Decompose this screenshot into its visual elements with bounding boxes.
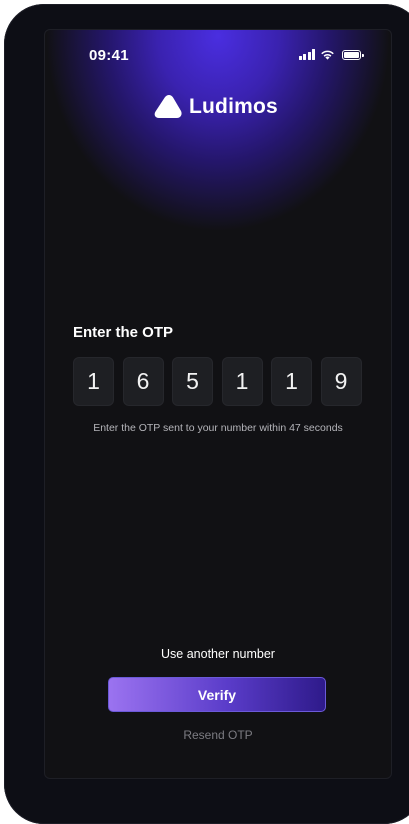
app-screen: 09:41 Ludimos Enter the OTP 1 6 5 1 1 9 … — [44, 29, 392, 779]
brand-logo: Ludimos — [153, 94, 278, 120]
status-bar: 09:41 — [45, 30, 391, 80]
otp-digit-6[interactable]: 9 — [320, 357, 362, 406]
brand-name: Ludimos — [189, 95, 278, 118]
verify-button[interactable]: Verify — [108, 677, 326, 712]
otp-title: Enter the OTP — [73, 324, 174, 341]
otp-hint: Enter the OTP sent to your number within… — [93, 422, 343, 434]
signal-icon — [298, 49, 315, 60]
otp-digit-4[interactable]: 1 — [221, 357, 263, 406]
otp-input-group: 1 6 5 1 1 9 — [73, 357, 362, 406]
use-another-number-link[interactable]: Use another number — [45, 647, 391, 661]
status-icons — [298, 48, 364, 60]
otp-digit-3[interactable]: 5 — [172, 357, 213, 406]
phone-frame: 09:41 Ludimos Enter the OTP 1 6 5 1 1 9 … — [4, 4, 409, 824]
battery-icon — [342, 50, 364, 60]
otp-digit-5[interactable]: 1 — [271, 357, 312, 406]
otp-digit-2[interactable]: 6 — [122, 357, 164, 406]
ludimos-logo-icon — [154, 95, 182, 118]
resend-otp-link[interactable]: Resend OTP — [45, 728, 391, 742]
otp-digit-1[interactable]: 1 — [73, 357, 114, 406]
status-time: 09:41 — [89, 47, 129, 64]
wifi-icon — [321, 50, 334, 60]
